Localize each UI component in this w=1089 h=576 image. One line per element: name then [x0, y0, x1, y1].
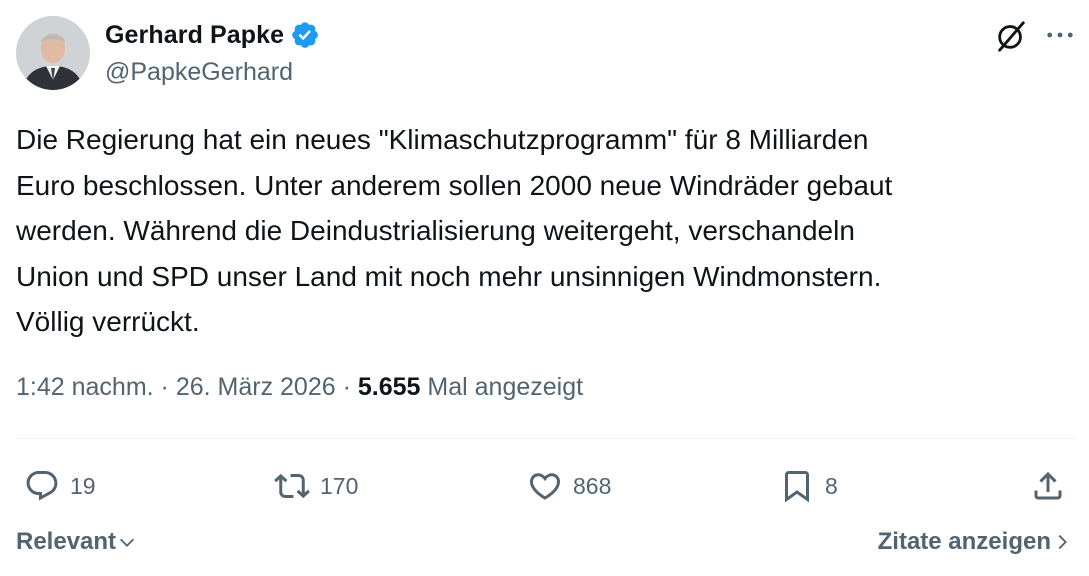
reply-count: 19 — [70, 472, 96, 499]
repost-button[interactable]: 170 — [274, 466, 358, 506]
like-button[interactable]: 868 — [527, 466, 611, 506]
views-label: Mal angezeigt — [427, 373, 584, 401]
like-count: 868 — [573, 472, 612, 499]
meta-separator: · — [160, 373, 169, 401]
repost-icon — [274, 473, 310, 499]
share-button[interactable] — [1030, 466, 1066, 506]
bookmark-count: 8 — [825, 472, 838, 499]
more-options-icon[interactable] — [1043, 18, 1077, 52]
bookmark-button[interactable]: 8 — [779, 466, 838, 506]
avatar[interactable] — [16, 16, 90, 90]
divider — [16, 438, 1077, 439]
author-display-name[interactable]: Gerhard Papke — [105, 21, 284, 50]
view-quotes-link[interactable]: Zitate anzeigen — [878, 528, 1073, 556]
grok-icon[interactable] — [993, 18, 1029, 54]
reply-button[interactable]: 19 — [24, 466, 96, 506]
sort-label: Relevant — [16, 528, 117, 555]
repost-count: 170 — [320, 472, 359, 499]
chevron-down-icon — [119, 538, 135, 547]
tweet-meta: 1:42 nachm. · 26. März 2026 · 5.655 Mal … — [16, 373, 583, 402]
views-count: 5.655 — [357, 373, 421, 401]
bookmark-icon — [785, 471, 809, 503]
meta-separator: · — [342, 373, 351, 401]
reply-icon — [26, 471, 58, 501]
chevron-right-icon — [1058, 534, 1067, 550]
tweet-time[interactable]: 1:42 nachm. — [16, 373, 154, 401]
avatar-photo — [16, 16, 90, 90]
tweet-text: Die Regierung hat ein neues "Klimaschutz… — [16, 124, 893, 337]
author-name-row: Gerhard Papke — [105, 18, 320, 52]
author-handle[interactable]: @PapkeGerhard — [105, 58, 293, 87]
share-icon — [1034, 471, 1062, 500]
view-quotes-label: Zitate anzeigen — [877, 528, 1051, 555]
sort-dropdown[interactable]: Relevant — [16, 528, 138, 556]
verified-badge-icon[interactable] — [290, 20, 320, 50]
heart-icon — [529, 473, 561, 500]
tweet-date[interactable]: 26. März 2026 — [176, 373, 336, 401]
